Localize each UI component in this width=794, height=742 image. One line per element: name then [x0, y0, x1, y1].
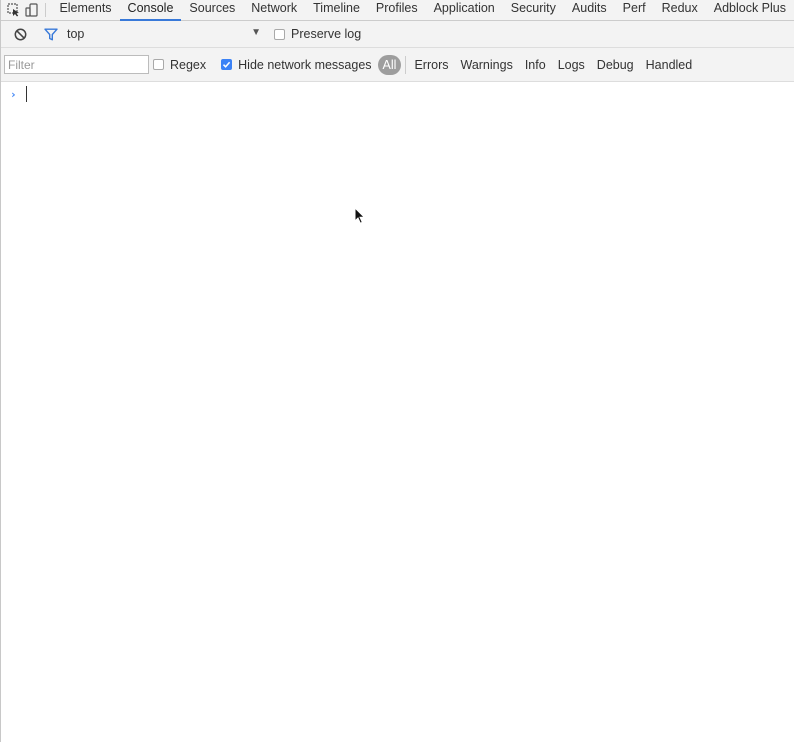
tab-perf[interactable]: Perf	[615, 0, 654, 20]
preserve-log-option[interactable]: Preserve log	[274, 27, 361, 41]
tabbar-divider	[44, 3, 46, 17]
javascript-context-select[interactable]: top ▼	[65, 24, 267, 44]
tab-audits[interactable]: Audits	[564, 0, 615, 20]
devtools-window: Elements Console Sources Network Timelin…	[0, 0, 794, 742]
clear-console-icon[interactable]	[1, 28, 37, 41]
console-context-bar: top ▼ Preserve log	[1, 21, 794, 48]
tab-timeline[interactable]: Timeline	[305, 0, 368, 20]
hide-network-option[interactable]: Hide network messages	[221, 57, 372, 72]
tab-security[interactable]: Security	[503, 0, 564, 20]
filter-input[interactable]	[4, 55, 149, 74]
preserve-log-checkbox[interactable]	[274, 28, 285, 40]
tab-elements[interactable]: Elements	[51, 0, 119, 20]
prompt-chevron-icon: ›	[10, 87, 17, 101]
hide-network-label: Hide network messages	[238, 57, 372, 72]
preserve-log-label: Preserve log	[291, 27, 362, 41]
tab-application[interactable]: Application	[426, 0, 503, 20]
regex-label: Regex	[170, 57, 207, 72]
hide-network-checkbox[interactable]	[221, 59, 233, 70]
console-prompt-input[interactable]	[26, 86, 727, 102]
console-prompt-row[interactable]: ›	[1, 84, 794, 104]
level-warnings-button[interactable]: Warnings	[454, 55, 518, 75]
level-info-button[interactable]: Info	[519, 55, 552, 75]
tab-console[interactable]: Console	[119, 0, 182, 21]
tab-redux[interactable]: Redux	[654, 0, 706, 20]
dropdown-arrow-icon: ▼	[251, 27, 261, 38]
device-toolbar-icon[interactable]	[23, 0, 41, 20]
inspect-element-icon[interactable]	[1, 0, 23, 20]
filter-icon[interactable]	[37, 28, 65, 41]
level-all-button[interactable]: All	[377, 54, 402, 75]
tab-network[interactable]: Network	[243, 0, 305, 20]
tab-profiles[interactable]: Profiles	[368, 0, 426, 20]
level-divider	[405, 55, 407, 74]
level-debug-button[interactable]: Debug	[591, 55, 640, 75]
checkmark-icon	[223, 61, 231, 68]
level-errors-button[interactable]: Errors	[408, 55, 454, 75]
context-select-value: top	[67, 27, 85, 41]
console-messages-area[interactable]: ›	[1, 84, 794, 742]
mouse-pointer-icon	[354, 207, 366, 224]
regex-option[interactable]: Regex	[153, 58, 206, 72]
devtools-tabbar: Elements Console Sources Network Timelin…	[1, 0, 794, 21]
tab-sources[interactable]: Sources	[181, 0, 243, 20]
level-handled-button[interactable]: Handled	[640, 55, 699, 75]
level-logs-button[interactable]: Logs	[552, 55, 591, 75]
console-filter-bar: Regex Hide network messages All Errors W…	[1, 48, 794, 82]
regex-checkbox[interactable]	[153, 59, 164, 70]
tab-adblock-plus[interactable]: Adblock Plus	[706, 0, 794, 20]
